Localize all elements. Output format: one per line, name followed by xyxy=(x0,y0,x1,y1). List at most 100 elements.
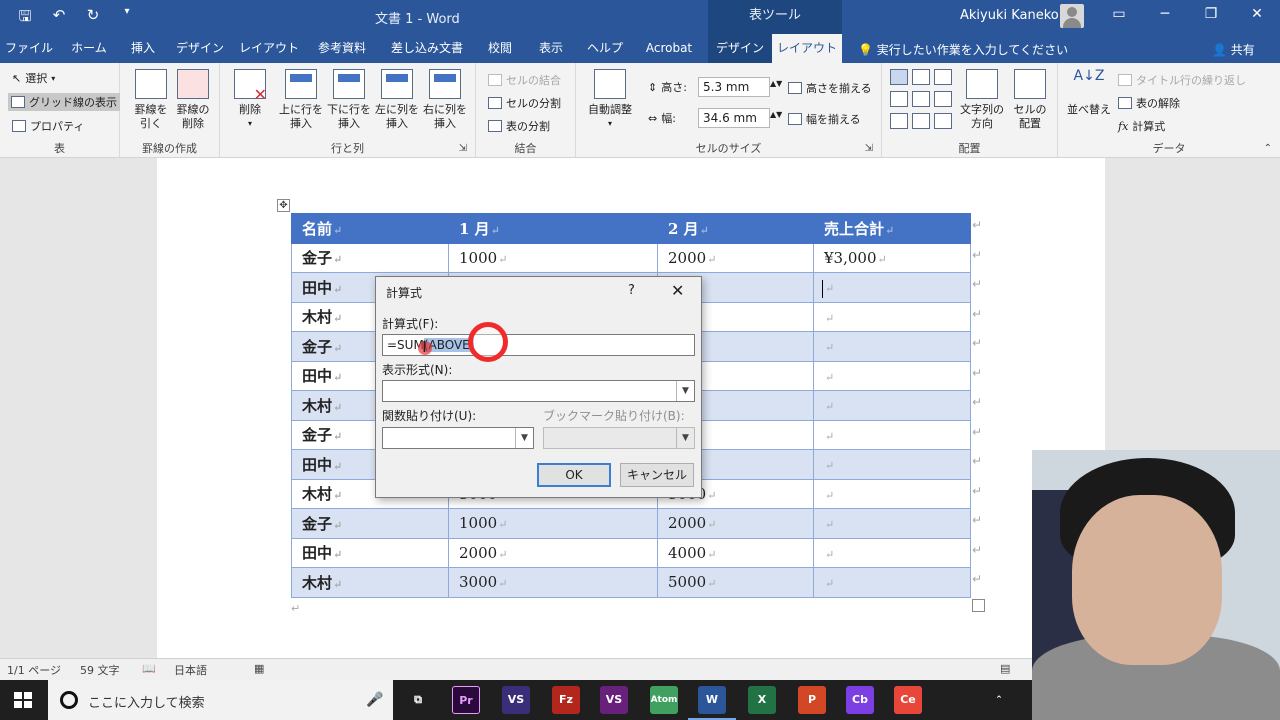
table-cell[interactable]: 金子↵ xyxy=(291,242,449,273)
proofing-icon[interactable]: 📖 xyxy=(142,662,156,675)
taskbar-app-excel[interactable]: X xyxy=(748,686,776,714)
eraser-button[interactable]: 罫線の 削除 xyxy=(172,69,214,131)
table-resize-handle[interactable] xyxy=(972,599,985,612)
taskbar-app-powerpoint[interactable]: P xyxy=(798,686,826,714)
ribbon-display-icon[interactable]: ▭ xyxy=(1104,6,1134,22)
table-cell[interactable]: 1000↵ xyxy=(448,242,658,273)
collapse-ribbon-icon[interactable]: ⌃ xyxy=(1264,143,1272,154)
split-table-button[interactable]: 表の分割 xyxy=(488,118,550,134)
table-cell[interactable]: ↵ xyxy=(813,301,971,332)
table-cell[interactable]: 田中↵ xyxy=(291,537,449,568)
table-cell[interactable]: ↵ xyxy=(813,478,971,509)
header-cell[interactable]: 1 月↵ xyxy=(448,213,658,244)
align-top-right-icon[interactable] xyxy=(934,69,952,85)
align-middle-center-icon[interactable] xyxy=(912,91,930,107)
view-gridlines-button[interactable]: グリッド線の表示 xyxy=(8,93,120,111)
dialog-launcher-icon[interactable]: ⇲ xyxy=(459,143,467,154)
insert-left-button[interactable]: 左に列を 挿入 xyxy=(374,69,420,131)
taskbar-app-premiere[interactable]: Pr xyxy=(452,686,480,714)
task-view-icon[interactable]: ⧉ xyxy=(404,686,432,714)
cell-margins-button[interactable]: セルの 配置 xyxy=(1008,69,1052,131)
align-middle-right-icon[interactable] xyxy=(934,91,952,107)
table-cell[interactable]: 木村↵ xyxy=(291,567,449,598)
taskbar-app-visualstudio-2[interactable]: VS xyxy=(600,686,628,714)
undo-icon[interactable]: ↶ xyxy=(48,6,70,31)
tab-references[interactable]: 参考資料 xyxy=(308,34,376,63)
tab-view[interactable]: 表示 xyxy=(526,34,576,63)
windows-start-icon[interactable] xyxy=(14,692,32,708)
tab-file[interactable]: ファイル xyxy=(0,34,58,63)
table-cell[interactable]: ↵ xyxy=(813,508,971,539)
sort-button[interactable]: A↓Z 並べ替え xyxy=(1066,69,1112,117)
table-cell[interactable]: 5000↵ xyxy=(657,567,814,598)
insert-below-button[interactable]: 下に行を 挿入 xyxy=(326,69,372,131)
distribute-rows-button[interactable]: 高さを揃える xyxy=(788,80,872,96)
split-cells-button[interactable]: セルの分割 xyxy=(488,95,561,111)
tab-review[interactable]: 校閲 xyxy=(478,34,522,63)
redo-icon[interactable]: ↻ xyxy=(82,6,104,31)
share-button[interactable]: 👤 共有 xyxy=(1212,41,1255,58)
cancel-button[interactable]: キャンセル xyxy=(620,463,694,487)
word-count[interactable]: 59 文字 xyxy=(80,662,120,678)
header-cell[interactable]: 2 月↵ xyxy=(657,213,814,244)
tab-design[interactable]: デザイン xyxy=(170,34,230,63)
help-icon[interactable]: ? xyxy=(628,283,635,298)
insert-above-button[interactable]: 上に行を 挿入 xyxy=(278,69,324,131)
customize-qat-icon[interactable]: ▾ xyxy=(116,6,138,31)
autofit-button[interactable]: 自動調整 ▾ xyxy=(584,69,636,131)
height-spinner-icon[interactable]: ▲▼ xyxy=(770,79,782,88)
tab-mailings[interactable]: 差し込み文書 xyxy=(380,34,474,63)
language-indicator[interactable]: 日本語 xyxy=(174,662,207,678)
ok-button[interactable]: OK xyxy=(537,463,611,487)
table-cell[interactable]: ↵ xyxy=(813,331,971,362)
page-count[interactable]: 1/1 ページ xyxy=(7,662,61,678)
table-cell[interactable]: ↵ xyxy=(813,360,971,391)
tell-me-search[interactable]: 💡 実行したい作業を入力してください xyxy=(858,41,1068,58)
delete-button[interactable]: 削除 ▾ xyxy=(228,69,272,131)
paste-bookmark-select[interactable]: ▼ xyxy=(543,427,695,449)
align-middle-left-icon[interactable] xyxy=(890,91,908,107)
text-direction-button[interactable]: 文字列の 方向 xyxy=(958,69,1006,131)
distribute-columns-button[interactable]: 幅を揃える xyxy=(788,111,861,127)
taskbar-app-word[interactable]: W xyxy=(688,686,736,720)
row-height-input[interactable]: 5.3 mm xyxy=(698,77,770,97)
number-format-select[interactable]: ▼ xyxy=(382,380,695,402)
table-cell[interactable]: 2000↵ xyxy=(657,508,814,539)
table-cell[interactable]: 4000↵ xyxy=(657,537,814,568)
table-cell[interactable]: 1000↵ xyxy=(448,508,658,539)
header-cell[interactable]: 売上合計↵ xyxy=(813,213,971,244)
save-icon[interactable]: 🖫 xyxy=(14,6,36,31)
align-bottom-left-icon[interactable] xyxy=(890,113,908,129)
dialog-launcher-icon[interactable]: ⇲ xyxy=(865,143,873,154)
table-cell[interactable]: ↵ xyxy=(813,567,971,598)
table-move-handle-icon[interactable]: ✥ xyxy=(277,199,290,212)
taskbar-app-capture[interactable]: Cb xyxy=(846,686,874,714)
repeat-header-button[interactable]: タイトル行の繰り返し xyxy=(1118,72,1246,88)
table-cell[interactable]: ↵ xyxy=(813,419,971,450)
width-spinner-icon[interactable]: ▲▼ xyxy=(770,110,782,119)
paste-function-select[interactable]: ▼ xyxy=(382,427,534,449)
tab-help[interactable]: ヘルプ xyxy=(580,34,630,63)
tab-insert[interactable]: 挿入 xyxy=(120,34,166,63)
align-bottom-right-icon[interactable] xyxy=(934,113,952,129)
draw-table-button[interactable]: 罫線を 引く xyxy=(130,69,172,131)
table-cell[interactable]: 2000↵ xyxy=(448,537,658,568)
select-button[interactable]: ↖ 選択 ▾ xyxy=(12,70,55,86)
properties-button[interactable]: プロパティ xyxy=(12,118,84,134)
align-top-left-icon[interactable] xyxy=(890,69,908,85)
tab-table-layout[interactable]: レイアウト xyxy=(772,34,842,63)
accessibility-icon[interactable]: ▦ xyxy=(254,662,264,675)
table-cell[interactable]: 3000↵ xyxy=(448,567,658,598)
tab-acrobat[interactable]: Acrobat xyxy=(634,34,704,63)
minimize-icon[interactable]: ─ xyxy=(1150,6,1180,22)
formula-button[interactable]: fx 計算式 xyxy=(1118,118,1165,134)
insert-right-button[interactable]: 右に列を 挿入 xyxy=(422,69,468,131)
tab-table-design[interactable]: デザイン xyxy=(708,34,772,63)
table-cell[interactable]: ↵ xyxy=(813,272,971,303)
tray-expand-icon[interactable]: ⌃ xyxy=(992,686,1006,714)
header-cell[interactable]: 名前↵ xyxy=(291,213,449,244)
microphone-icon[interactable]: 🎤 xyxy=(366,692,383,708)
table-cell[interactable]: ↵ xyxy=(813,537,971,568)
close-icon[interactable]: ✕ xyxy=(1242,6,1272,22)
taskbar-app-visualstudio-1[interactable]: VS xyxy=(502,686,530,714)
